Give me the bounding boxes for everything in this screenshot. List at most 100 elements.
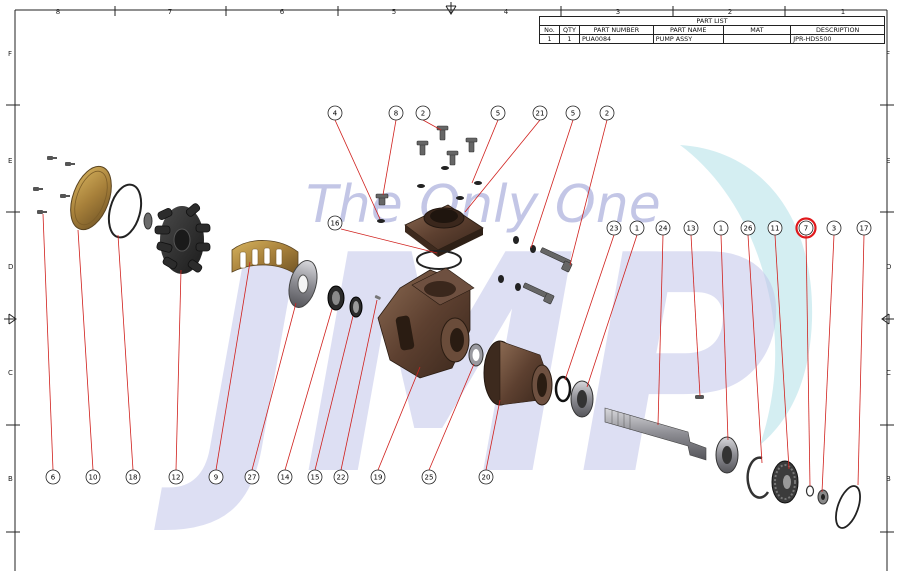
part-list-table: PART LIST No. QTY PART NUMBER PART NAME … (539, 16, 885, 44)
callout-label: 7 (804, 225, 808, 233)
cover-screws (33, 156, 75, 214)
col-header-mat: MAT (722, 25, 792, 35)
col-header-part-number: PART NUMBER (578, 25, 654, 35)
callout-label: 14 (281, 474, 290, 482)
zone-number-3: 3 (616, 8, 620, 16)
callout-top-7: 2 (599, 105, 615, 121)
callout-label: 19 (374, 474, 383, 482)
callout-label: 5 (496, 110, 500, 118)
callout-top-4: 5 (490, 105, 506, 121)
callout-label: 26 (744, 225, 753, 233)
zone-letter-e-right: E (886, 157, 890, 165)
callout-label: 3 (832, 225, 836, 233)
callout-mid-10: 17 (856, 220, 872, 236)
callout-bottom-6: 27 (244, 469, 260, 485)
zone-number-7: 7 (168, 8, 172, 16)
callout-side: 16 (327, 215, 343, 231)
gear-nut (817, 489, 829, 505)
callout-top-5: 21 (532, 105, 548, 121)
zone-letter-b-right: B (886, 475, 891, 483)
callout-label: 17 (860, 225, 869, 233)
wear-washer (143, 212, 153, 230)
callout-mid-2: 1 (629, 220, 645, 236)
col-header-description: DESCRIPTION (790, 25, 885, 35)
callout-bottom-8: 15 (307, 469, 323, 485)
flange-bolts (416, 125, 478, 166)
callout-top-6: 5 (565, 105, 581, 121)
callout-top-1: 4 (327, 105, 343, 121)
callout-label: 9 (214, 474, 218, 482)
ball-bearing-rear (715, 436, 739, 474)
callout-label: 11 (771, 225, 780, 233)
col-header-part-name: PART NAME (652, 25, 724, 35)
callout-bottom-5: 9 (208, 469, 224, 485)
cell-no: 1 (539, 34, 560, 44)
callout-label: 15 (311, 474, 320, 482)
callout-bottom-10: 19 (370, 469, 386, 485)
circlip (835, 485, 861, 529)
callout-label: 2 (605, 110, 609, 118)
callout-bottom-12: 20 (478, 469, 494, 485)
cell-description: JPR-HDS500 (790, 34, 885, 44)
callout-top-3: 2 (415, 105, 431, 121)
shaft-key (695, 395, 704, 399)
plug-washer (377, 219, 385, 223)
zone-letter-f-right: F (886, 50, 890, 58)
cell-part-number: PUA0084 (578, 34, 654, 44)
zone-letter-f-left: F (8, 50, 12, 58)
callout-bottom-3: 18 (125, 469, 141, 485)
callout-bottom-2: 10 (85, 469, 101, 485)
zone-number-1: 1 (841, 8, 845, 16)
callout-label: 6 (51, 474, 56, 482)
callout-label: 18 (129, 474, 138, 482)
col-header-qty: QTY (558, 25, 580, 35)
callout-mid-7: 11 (767, 220, 783, 236)
callout-bottom-1: 6 (45, 469, 61, 485)
callout-label: 1 (719, 225, 723, 233)
zone-letter-d-right: D (886, 263, 891, 271)
drive-gear (771, 460, 799, 504)
callout-mid-5: 1 (713, 220, 729, 236)
callout-bottom-11: 25 (421, 469, 437, 485)
cell-qty: 1 (558, 34, 580, 44)
callout-label: 10 (89, 474, 98, 482)
col-header-no: No. (539, 25, 560, 35)
cover-plate (70, 165, 112, 231)
callout-label: 2 (421, 110, 425, 118)
ball-bearing-front (570, 380, 594, 418)
callout-bottom-4: 12 (168, 469, 184, 485)
callout-mid-4: 13 (683, 220, 699, 236)
zone-letter-e-left: E (8, 157, 12, 165)
part-list-header-row: No. QTY PART NUMBER PART NAME MAT DESCRI… (539, 25, 885, 35)
part-list-title: PART LIST (539, 16, 885, 26)
zone-number-2: 2 (728, 8, 732, 16)
callout-mid-9: 3 (826, 220, 842, 236)
callout-label: 16 (331, 220, 340, 228)
zone-letter-d-left: D (8, 263, 13, 271)
callout-label: 21 (536, 110, 545, 118)
cell-part-name: PUMP ASSY (652, 34, 724, 44)
callout-mid-6: 26 (740, 220, 756, 236)
callout-label: 25 (425, 474, 434, 482)
drawing-sheet: 8 7 6 5 4 3 2 1 F E D C B F E D C B JMP … (0, 0, 898, 571)
zone-letter-c-left: C (8, 369, 13, 377)
callout-mid-8-highlighted: 7 (795, 217, 817, 239)
callout-label: 8 (394, 110, 398, 118)
zone-letter-c-right: C (886, 369, 891, 377)
callout-top-2: 8 (388, 105, 404, 121)
table-row: 1 1 PUA0084 PUMP ASSY JPR-HDS500 (539, 34, 885, 44)
exploded-view-diagram: 8 7 6 5 4 3 2 1 F E D C B F E D C B JMP … (4, 2, 894, 571)
zone-number-8: 8 (56, 8, 60, 16)
zone-number-6: 6 (280, 8, 285, 16)
callout-mid-3: 24 (655, 220, 671, 236)
callout-label: 22 (337, 474, 346, 482)
callout-label: 23 (610, 225, 619, 233)
callout-label: 5 (571, 110, 575, 118)
callout-label: 4 (333, 110, 338, 118)
zone-letter-b-left: B (8, 475, 13, 483)
callout-mid-1: 23 (606, 220, 622, 236)
callout-label: 12 (172, 474, 181, 482)
cell-mat (722, 34, 792, 44)
gear-washer (805, 485, 815, 497)
callout-label: 20 (482, 474, 491, 482)
